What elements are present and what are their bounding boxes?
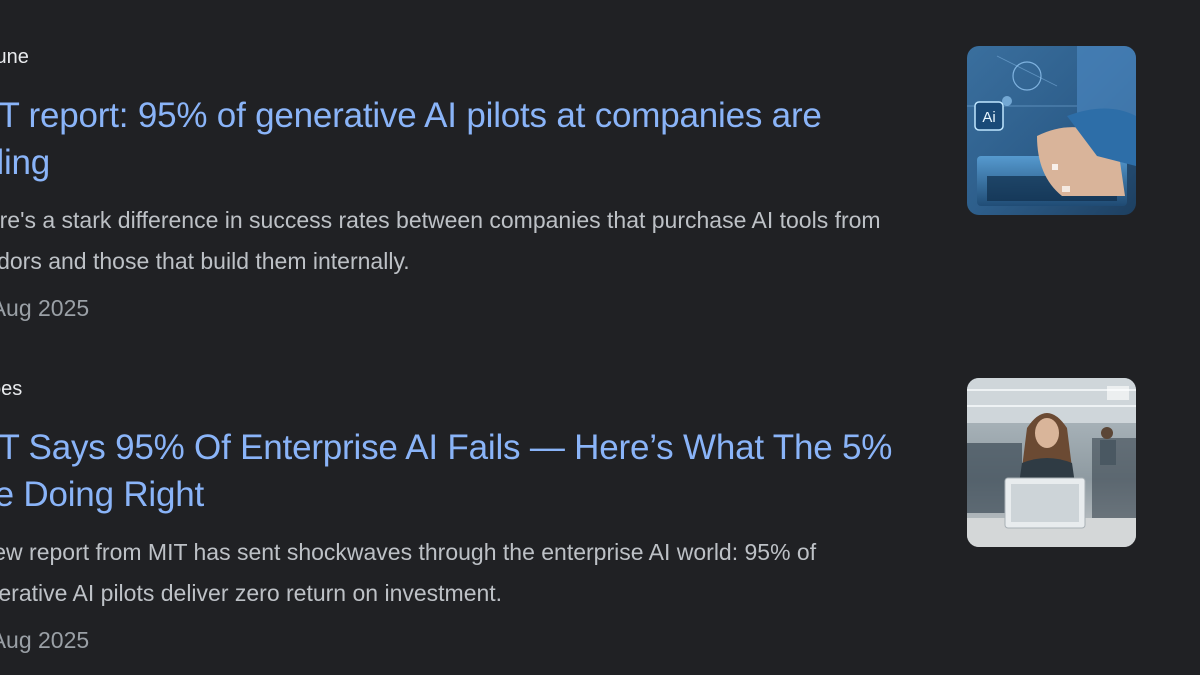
result-snippet: A new report from MIT has sent shockwave…: [0, 539, 817, 606]
news-result[interactable]: Fortune MIT report: 95% of generative AI…: [0, 40, 1140, 360]
news-result[interactable]: Forbes MIT Says 95% Of Enterprise AI Fai…: [0, 372, 1140, 675]
ai-hand-tablet-image: Ai: [967, 46, 1136, 215]
result-title-link[interactable]: MIT report: 95% of generative AI pilots …: [0, 92, 910, 186]
result-source: Forbes: [0, 378, 23, 400]
woman-at-laptop-office-image: [967, 378, 1136, 547]
result-date: 19 Aug 2025: [0, 295, 90, 321]
result-title-link[interactable]: MIT Says 95% Of Enterprise AI Fails — He…: [0, 424, 910, 518]
result-source: Fortune: [0, 46, 29, 68]
result-snippet: There's a stark difference in success ra…: [0, 207, 881, 274]
result-thumbnail-office[interactable]: [967, 378, 1136, 547]
search-results-page: Fortune MIT report: 95% of generative AI…: [0, 0, 1200, 675]
result-thumbnail-ai-tablet[interactable]: Ai: [967, 46, 1136, 215]
ai-chip-label: Ai: [982, 109, 995, 126]
result-date: 22 Aug 2025: [0, 627, 90, 653]
